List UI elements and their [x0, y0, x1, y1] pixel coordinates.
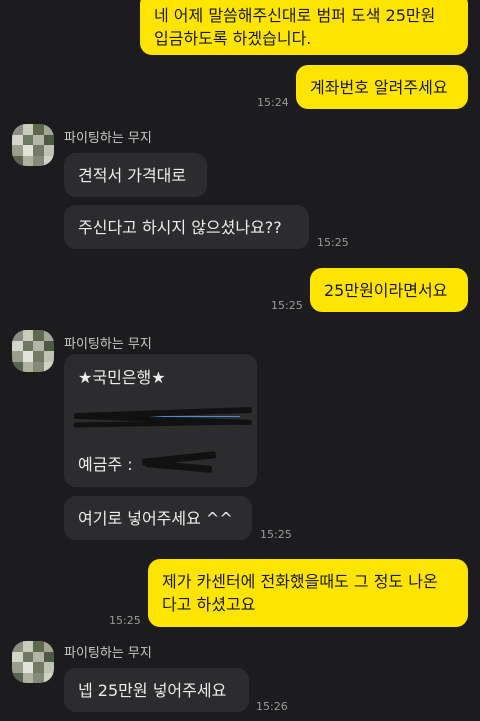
message-bubble-outgoing[interactable]: 25만원이라면서요 — [310, 268, 468, 312]
avatar[interactable] — [12, 124, 54, 166]
message-timestamp: 15:24 — [257, 96, 289, 109]
sender-name: 파이팅하는 무지 — [64, 646, 152, 661]
account-holder-redacted — [141, 451, 217, 473]
account-holder-label: 예금주 : — [78, 455, 133, 474]
message-text: 입금하도록 하겠습니다. — [154, 29, 312, 48]
message-bubble-outgoing[interactable]: 계좌번호 알려주세요 — [296, 65, 468, 109]
message-timestamp: 15:25 — [271, 299, 303, 312]
message-text: 제가 카센터에 전화했을때도 그 정도 나온 — [162, 572, 438, 591]
message-text: 네 어제 말씀해주신대로 범퍼 도색 25만원 — [154, 6, 436, 25]
message-text: 견적서 가격대로 — [78, 166, 187, 185]
message-bubble-incoming[interactable]: ★국민은행★ 예금주 : — [64, 354, 257, 487]
message-text: 여기로 넣어주세요 ^^ — [78, 509, 233, 528]
message-text: 25만원이라면서요 — [324, 281, 448, 300]
message-bubble-outgoing[interactable]: 제가 카센터에 전화했을때도 그 정도 나온 다고 하셨고요 — [148, 559, 468, 627]
message-text: 다고 하셨고요 — [162, 595, 256, 614]
message-text: 넵 25만원 넣어주세요 — [78, 681, 227, 700]
sender-name: 파이팅하는 무지 — [64, 131, 152, 146]
bank-name: ★국민은행★ — [78, 368, 166, 387]
message-timestamp: 15:26 — [256, 700, 288, 713]
avatar[interactable] — [12, 641, 54, 683]
message-timestamp: 15:25 — [260, 528, 292, 541]
message-bubble-incoming[interactable]: 여기로 넣어주세요 ^^ — [64, 496, 252, 540]
message-timestamp: 15:25 — [109, 614, 141, 627]
avatar[interactable] — [12, 330, 54, 372]
message-text: 주신다고 하시지 않으셨나요?? — [78, 218, 282, 237]
message-bubble-incoming[interactable]: 견적서 가격대로 — [64, 153, 207, 197]
account-number-redacted — [73, 406, 253, 428]
message-timestamp: 15:25 — [317, 236, 349, 249]
sender-name: 파이팅하는 무지 — [64, 337, 152, 352]
message-text: 계좌번호 알려주세요 — [310, 78, 448, 97]
message-bubble-incoming[interactable]: 주신다고 하시지 않으셨나요?? — [64, 205, 309, 249]
message-bubble-incoming[interactable]: 넵 25만원 넣어주세요 — [64, 668, 249, 712]
message-bubble-outgoing[interactable]: 네 어제 말씀해주신대로 범퍼 도색 25만원 입금하도록 하겠습니다. — [140, 0, 468, 55]
